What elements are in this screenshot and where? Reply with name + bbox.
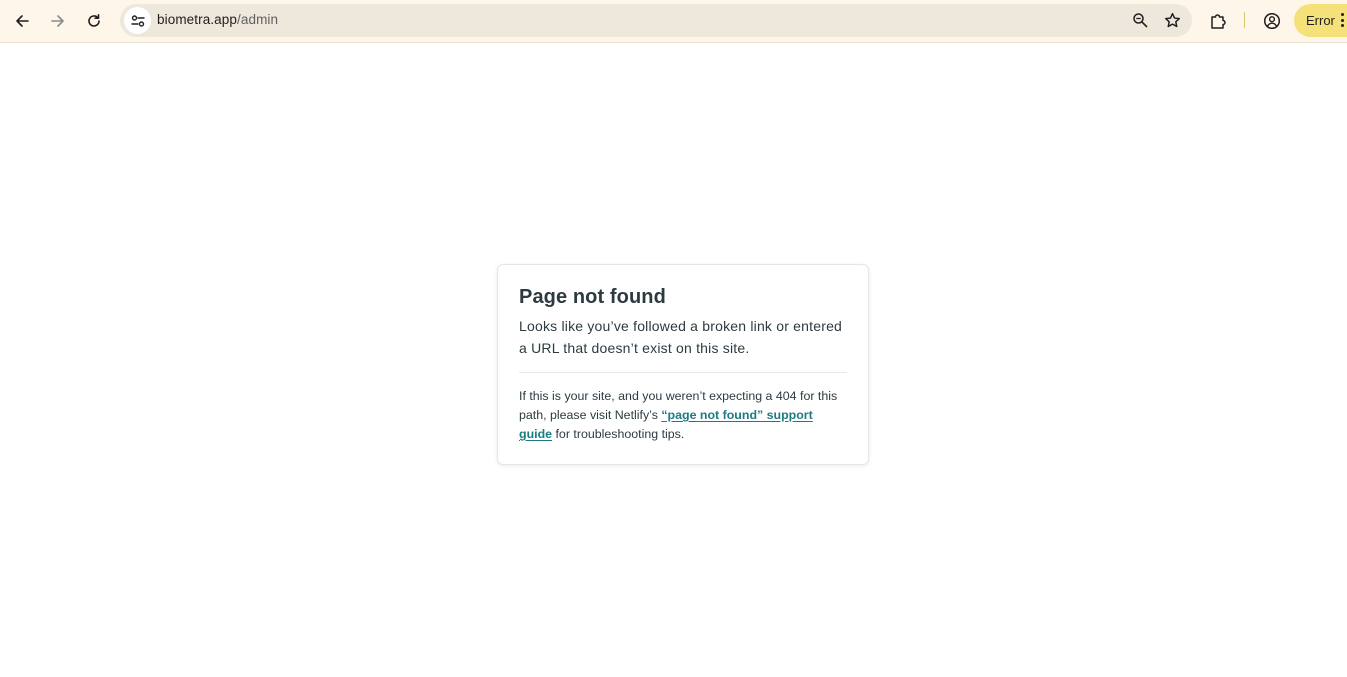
profile-button[interactable] bbox=[1257, 6, 1287, 36]
site-info-icon bbox=[130, 14, 145, 27]
help-note: If this is your site, and you weren’t ex… bbox=[519, 387, 847, 444]
url-host: biometra.app bbox=[157, 12, 237, 27]
extensions-button[interactable] bbox=[1203, 6, 1233, 36]
reload-icon bbox=[88, 14, 100, 27]
url-path: /admin bbox=[237, 12, 279, 27]
page-title: Page not found bbox=[519, 286, 666, 308]
browser-toolbar: biometra.app/admin Error bbox=[0, 0, 1347, 43]
error-chip-label: Error bbox=[1306, 13, 1335, 28]
help-note-after: for troubleshooting tips. bbox=[552, 427, 685, 441]
bookmark-button[interactable] bbox=[1157, 5, 1187, 35]
lead-text: Looks like you’ve followed a broken link… bbox=[519, 318, 843, 356]
back-arrow-icon bbox=[16, 15, 29, 27]
extensions-icon bbox=[1211, 14, 1226, 29]
zoom-button[interactable] bbox=[1125, 5, 1155, 35]
back-button[interactable] bbox=[7, 6, 37, 36]
reload-button[interactable] bbox=[79, 6, 109, 36]
address-bar[interactable]: biometra.app/admin bbox=[120, 4, 1192, 37]
url-text[interactable]: biometra.app/admin bbox=[157, 12, 278, 27]
zoom-icon bbox=[1133, 13, 1148, 28]
divider bbox=[519, 372, 847, 373]
forward-arrow-icon bbox=[51, 15, 64, 27]
profile-icon bbox=[1263, 12, 1281, 30]
forward-button[interactable] bbox=[43, 6, 73, 36]
not-found-card: Page not found Looks like you’ve followe… bbox=[497, 264, 869, 465]
kebab-menu-icon[interactable] bbox=[1341, 13, 1345, 29]
toolbar-separator bbox=[1244, 12, 1245, 28]
error-chip[interactable]: Error bbox=[1294, 4, 1347, 37]
site-info-button[interactable] bbox=[124, 7, 151, 34]
star-icon bbox=[1164, 12, 1180, 27]
